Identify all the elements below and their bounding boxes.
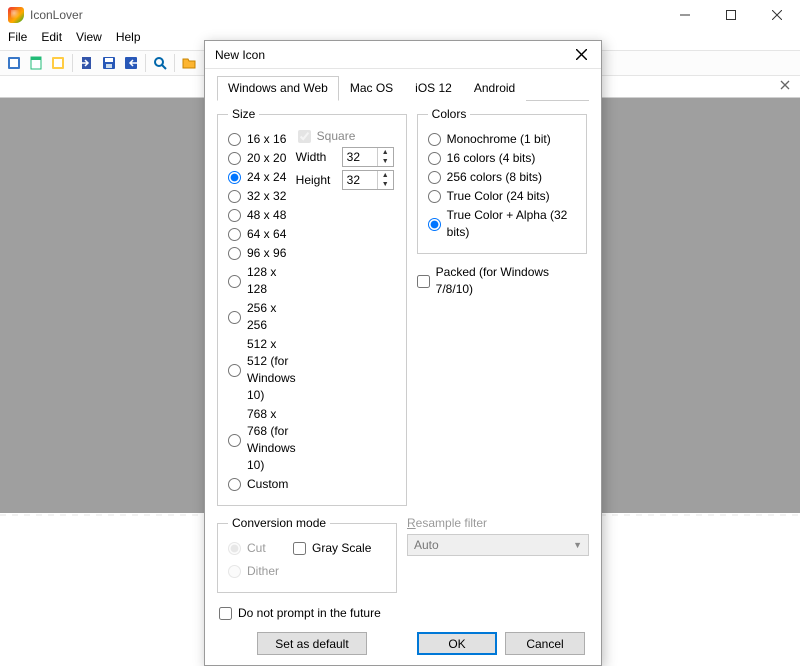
width-label: Width (296, 150, 336, 164)
main-titlebar: IconLover (0, 0, 800, 30)
size-radio[interactable]: 128 x 128 (228, 264, 296, 298)
window-controls (662, 0, 800, 30)
color-radio[interactable]: True Color + Alpha (32 bits) (428, 207, 576, 241)
tb-sep (145, 54, 146, 72)
color-radio[interactable]: Monochrome (1 bit) (428, 131, 576, 148)
tb-new-icon[interactable] (4, 53, 24, 73)
tb-import-icon[interactable] (77, 53, 97, 73)
color-radio[interactable]: True Color (24 bits) (428, 188, 576, 205)
up-icon[interactable]: ▲ (378, 148, 393, 157)
square-checkbox[interactable]: Square (298, 129, 396, 143)
tb-search-icon[interactable] (150, 53, 170, 73)
conversion-legend: Conversion mode (228, 516, 330, 530)
packed-checkbox[interactable]: Packed (for Windows 7/8/10) (417, 264, 589, 298)
height-label: Height (296, 173, 336, 187)
menu-help[interactable]: Help (116, 30, 141, 50)
dialog-title: New Icon (215, 48, 265, 62)
height-input[interactable] (343, 173, 377, 187)
size-radio[interactable]: 24 x 24 (228, 169, 296, 186)
set-default-button[interactable]: Set as default (257, 632, 367, 655)
size-radio[interactable]: 32 x 32 (228, 188, 296, 205)
width-spinner[interactable]: ▲▼ (342, 147, 394, 167)
radio-cut[interactable]: Cut (228, 540, 279, 557)
grayscale-checkbox[interactable]: Gray Scale (293, 540, 371, 557)
size-radio[interactable]: 48 x 48 (228, 207, 296, 224)
tabstrip-close-icon[interactable] (780, 79, 794, 93)
resample-combo[interactable]: Auto ▼ (407, 534, 589, 556)
height-spinner[interactable]: ▲▼ (342, 170, 394, 190)
cancel-button[interactable]: Cancel (505, 632, 585, 655)
resample-section: Resample filter Auto ▼ (407, 516, 589, 593)
down-icon[interactable]: ▼ (378, 180, 393, 189)
size-radio[interactable]: 64 x 64 (228, 226, 296, 243)
down-icon[interactable]: ▼ (378, 157, 393, 166)
app-title: IconLover (30, 8, 83, 22)
tb-new-doc-icon[interactable] (26, 53, 46, 73)
tab-ios[interactable]: iOS 12 (404, 76, 463, 101)
color-radio[interactable]: 16 colors (4 bits) (428, 150, 576, 167)
size-fieldset: Size 16 x 16 20 x 20 24 x 24 32 x 32 48 x 48… (217, 107, 407, 506)
menu-edit[interactable]: Edit (41, 30, 62, 50)
size-radio[interactable]: 20 x 20 (228, 150, 296, 167)
minimize-button[interactable] (662, 0, 708, 30)
app-icon (8, 7, 24, 23)
maximize-button[interactable] (708, 0, 754, 30)
dialog-tabs: Windows and Web Mac OS iOS 12 Android (217, 75, 589, 101)
menu-view[interactable]: View (76, 30, 102, 50)
size-radio[interactable]: 16 x 16 (228, 131, 296, 148)
resample-label: Resample filter (407, 516, 589, 530)
size-radio[interactable]: Custom (228, 476, 296, 493)
size-radio[interactable]: 256 x 256 (228, 300, 296, 334)
size-legend: Size (228, 107, 259, 121)
ok-button[interactable]: OK (417, 632, 497, 655)
size-radio[interactable]: 96 x 96 (228, 245, 296, 262)
dialog-buttons: Set as default OK Cancel (217, 632, 589, 655)
size-radio[interactable]: 512 x 512 (for Windows 10) (228, 336, 296, 404)
dialog-close-button[interactable] (567, 43, 595, 67)
tb-folder-open-icon[interactable] (179, 53, 199, 73)
tb-sep (72, 54, 73, 72)
conversion-fieldset: Conversion mode Cut Dither Gray Scale (217, 516, 397, 593)
color-radio[interactable]: 256 colors (8 bits) (428, 169, 576, 186)
size-radio[interactable]: 768 x 768 (for Windows 10) (228, 406, 296, 474)
tab-windows-web[interactable]: Windows and Web (217, 76, 339, 101)
tb-export-icon[interactable] (121, 53, 141, 73)
dialog-titlebar[interactable]: New Icon (205, 41, 601, 69)
tb-open-icon[interactable] (48, 53, 68, 73)
colors-legend: Colors (428, 107, 471, 121)
width-input[interactable] (343, 150, 377, 164)
tb-sep (174, 54, 175, 72)
close-button[interactable] (754, 0, 800, 30)
colors-fieldset: Colors Monochrome (1 bit) 16 colors (4 bi… (417, 107, 587, 254)
tab-android[interactable]: Android (463, 76, 526, 101)
new-icon-dialog: New Icon Windows and Web Mac OS iOS 12 A… (204, 40, 602, 666)
resample-value: Auto (414, 538, 439, 552)
do-not-prompt-checkbox[interactable]: Do not prompt in the future (219, 605, 589, 622)
chevron-down-icon: ▼ (573, 540, 582, 550)
up-icon[interactable]: ▲ (378, 171, 393, 180)
radio-dither[interactable]: Dither (228, 563, 279, 580)
tb-save-icon[interactable] (99, 53, 119, 73)
tab-macos[interactable]: Mac OS (339, 76, 404, 101)
menu-file[interactable]: File (8, 30, 27, 50)
